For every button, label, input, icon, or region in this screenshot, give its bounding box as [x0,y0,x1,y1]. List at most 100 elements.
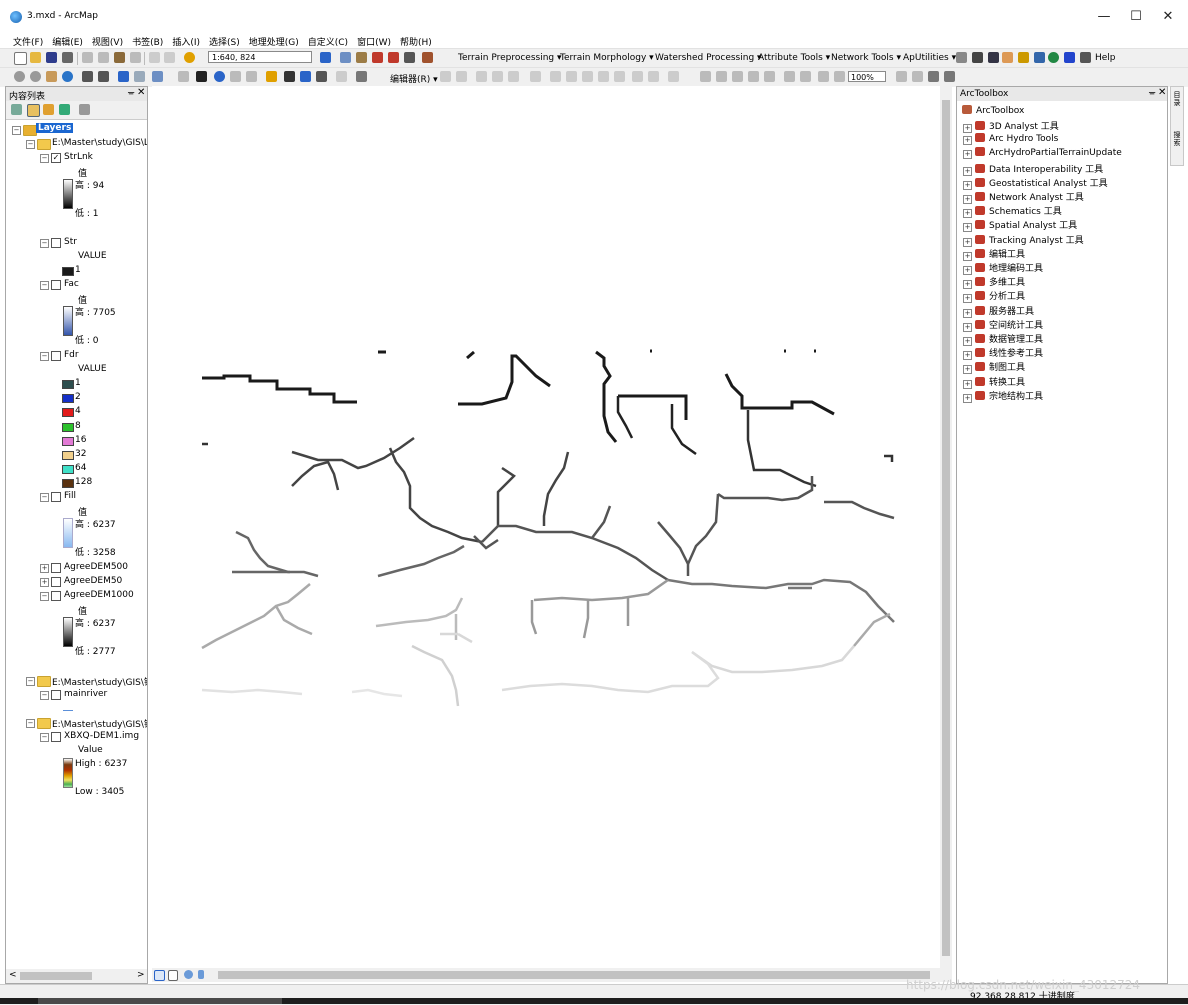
expand-icon[interactable]: + [963,180,972,190]
expand-icon[interactable]: + [963,251,972,261]
flag-icon[interactable] [1064,52,1075,63]
toggle-draft-icon[interactable] [896,71,907,82]
expand-icon[interactable]: + [963,124,972,133]
toolbox-item[interactable]: + 数据管理工具 [963,332,1043,346]
toolbox-item[interactable]: + Tracking Analyst 工具 [963,233,1084,247]
search-window-icon[interactable] [372,52,383,63]
toolbox-item[interactable]: + ArcHydroPartialTerrainUpdate [963,147,1122,160]
layer-visibility-checkbox[interactable] [51,238,61,248]
line-tool-icon[interactable] [1080,52,1091,63]
layer-agreedem1000[interactable]: AgreeDEM1000 [64,590,134,600]
toolbox-item[interactable]: + 线性参考工具 [963,346,1043,361]
layer-fdr[interactable]: Fdr [64,350,79,360]
toolbox-item[interactable]: + 空间统计工具 [963,318,1043,332]
layer-visibility-checkbox[interactable] [51,577,61,587]
collapse-icon[interactable]: − [40,281,49,290]
expand-icon[interactable]: + [963,209,972,219]
collapse-icon[interactable]: − [26,140,35,149]
list-by-visibility-icon[interactable] [43,104,54,115]
expand-icon[interactable]: + [963,379,972,389]
measure-icon[interactable] [266,71,277,82]
terrain-morphology-menu[interactable]: Terrain Morphology ▾ [560,53,654,63]
minimize-button[interactable]: — [1088,6,1120,28]
open-folder-icon[interactable] [30,52,41,63]
identify-icon[interactable] [214,71,225,82]
time-slider-icon[interactable] [336,71,347,82]
collapse-icon[interactable]: − [40,352,49,361]
rotate-icon[interactable] [614,71,625,82]
end-point-arc-icon[interactable] [492,71,503,82]
forward-layout-icon[interactable] [834,71,845,82]
layer-visibility-checkbox[interactable]: ✓ [51,153,61,163]
toolbox-item[interactable]: + 转换工具 [963,375,1025,389]
pan-icon[interactable] [46,71,57,82]
point-icon[interactable] [530,71,541,82]
copy-icon[interactable] [98,52,109,63]
pencil-tool-icon[interactable] [972,52,983,63]
delete-icon[interactable] [130,52,141,63]
expand-icon[interactable]: + [963,393,972,403]
attributes-icon[interactable] [632,71,643,82]
expand-icon[interactable]: + [963,280,972,290]
edit-tool-icon[interactable] [440,71,451,82]
toc-close-button[interactable]: ✕ [137,87,145,98]
add-data-icon[interactable] [184,52,195,63]
layer-visibility-checkbox[interactable] [51,591,61,601]
list-by-selection-icon[interactable] [59,104,70,115]
select-elements-icon[interactable] [196,71,207,82]
forward-extent-icon[interactable] [134,71,145,82]
new-document-icon[interactable] [14,52,27,65]
editor-toolbar-icon[interactable] [320,52,331,63]
collapse-icon[interactable]: − [40,691,49,700]
expand-icon[interactable]: + [963,136,972,146]
close-button[interactable]: ✕ [1152,6,1184,28]
toolbox-item[interactable]: + 分析工具 [963,289,1025,304]
toolbox-item[interactable]: + 编辑工具 [963,247,1025,261]
zoom-whole-page-icon[interactable] [748,71,759,82]
expand-icon[interactable]: + [963,322,972,332]
collapse-icon[interactable]: − [40,154,49,163]
layout-zoom-input[interactable]: 100% [848,71,886,82]
layer-visibility-checkbox[interactable] [51,280,61,290]
find-icon[interactable] [284,71,295,82]
back-layout-icon[interactable] [818,71,829,82]
straight-segment-icon[interactable] [476,71,487,82]
pin-icon[interactable]: ᚚ [1149,88,1155,98]
layer-fill[interactable]: Fill [64,491,76,501]
layer-fac[interactable]: Fac [64,279,79,289]
trace-icon[interactable] [1018,52,1029,63]
list-by-source-icon[interactable] [27,104,40,117]
cut-icon[interactable] [82,52,93,63]
toolbox-item[interactable]: + Schematics 工具 [963,204,1062,219]
fixed-zoom-out-icon[interactable] [98,71,109,82]
layer-dem[interactable]: XBXQ-DEM1.img [64,731,139,741]
network-tools-menu[interactable]: Network Tools ▾ [831,53,901,63]
watershed-processing-menu[interactable]: Watershed Processing ▾ [655,53,762,63]
collapse-icon[interactable]: − [40,592,49,601]
zoom-out-icon[interactable] [30,71,41,82]
list-by-drawing-order-icon[interactable] [11,104,22,115]
layer-strlnk[interactable]: StrLnk [64,152,93,162]
python-window-icon[interactable] [404,52,415,63]
paste-icon[interactable] [114,52,125,63]
collapse-icon[interactable]: − [40,493,49,502]
viewer-window-icon[interactable] [356,71,367,82]
change-layout-icon[interactable] [928,71,939,82]
expand-icon[interactable]: + [40,578,49,587]
layers-root[interactable]: Layers [36,123,74,133]
scroll-right-icon[interactable]: > [137,970,145,980]
toolbox-item[interactable]: + Arc Hydro Tools [963,133,1058,146]
layer-visibility-checkbox[interactable] [51,492,61,502]
network-icon[interactable] [1034,52,1045,63]
undo-icon[interactable] [149,52,160,63]
layer-visibility-checkbox[interactable] [51,690,61,700]
toolbox-item[interactable]: + 宗地结构工具 [963,389,1043,403]
layer-agreedem500[interactable]: AgreeDEM500 [64,562,128,572]
hyperlink-icon[interactable] [230,71,241,82]
toc-window-icon[interactable] [340,52,351,63]
globe-icon[interactable] [1048,52,1059,63]
attribute-tools-menu[interactable]: Attribute Tools ▾ [758,53,830,63]
refresh-view-icon[interactable] [184,970,193,979]
expand-icon[interactable]: + [963,337,972,346]
group-path-1[interactable]: E:\Master\study\GIS\La [52,138,147,148]
